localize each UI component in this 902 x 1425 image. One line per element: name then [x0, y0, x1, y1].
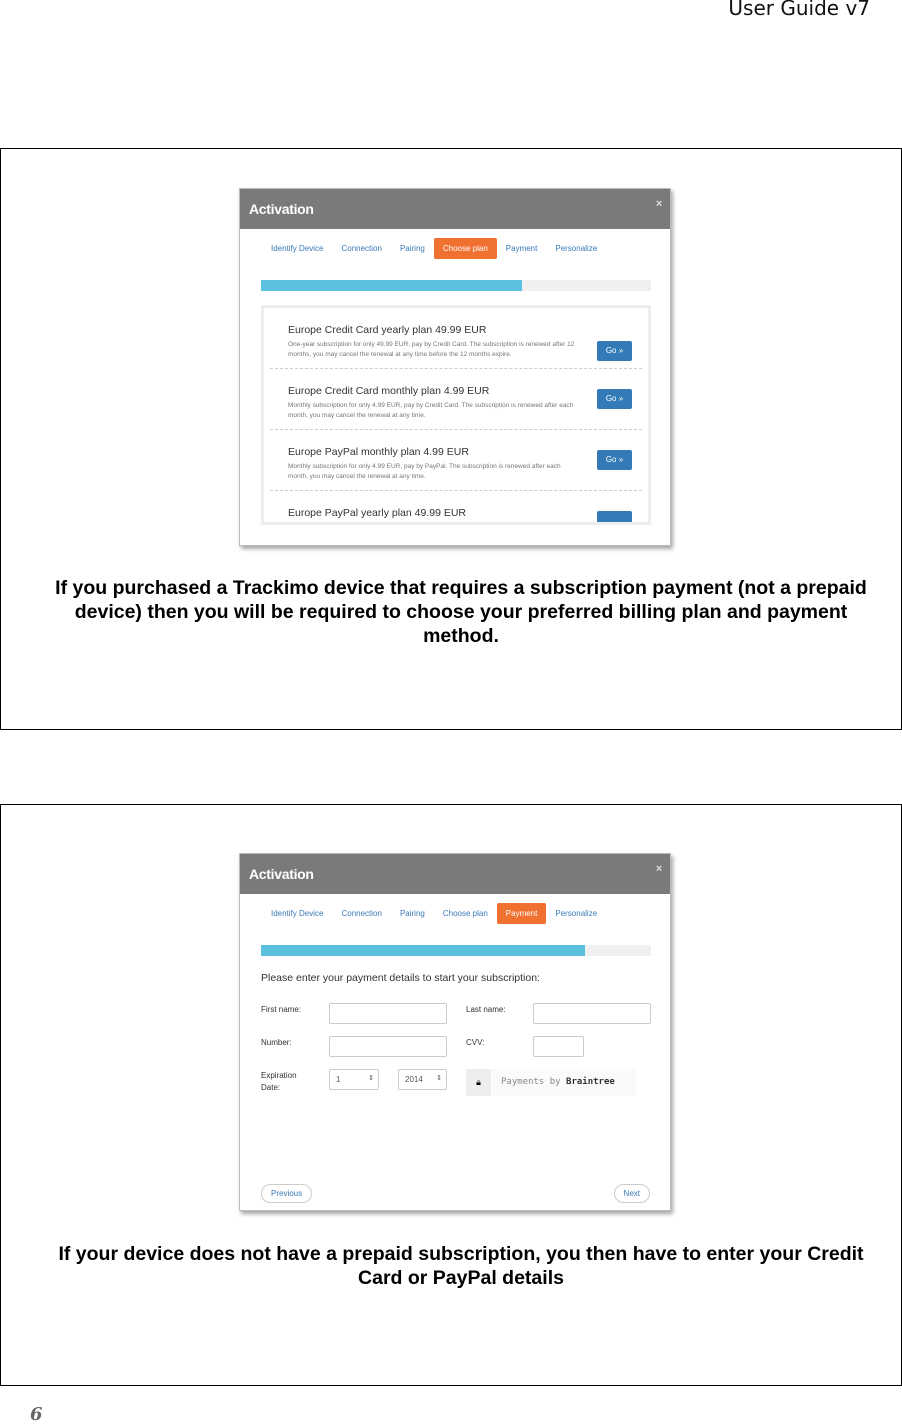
month-select[interactable]: 1 ⇕ — [329, 1069, 379, 1090]
tab-payment[interactable]: Payment — [496, 903, 547, 924]
plan-item: Europe Credit Card monthly plan 4.99 EUR… — [270, 369, 642, 430]
tab-pairing[interactable]: Pairing — [391, 903, 434, 924]
progress-fill — [261, 945, 585, 956]
wizard-tabs: Identify Device Connection Pairing Choos… — [262, 238, 606, 259]
wizard-tabs: Identify Device Connection Pairing Choos… — [262, 903, 606, 924]
plan-description: One-year subscription for only 49.99 EUR… — [288, 341, 575, 358]
braintree-brand: Braintree — [566, 1077, 615, 1087]
first-name-label: First name: — [261, 1005, 302, 1014]
select-arrows-icon: ⇕ — [436, 1075, 442, 1082]
tab-personalize[interactable]: Personalize — [546, 238, 606, 259]
year-value: 2014 — [405, 1075, 423, 1084]
go-button[interactable]: Go » — [597, 341, 632, 361]
progress-bar — [261, 280, 651, 291]
braintree-prefix: Payments by — [501, 1077, 567, 1087]
modal-header: Activation × — [240, 189, 670, 229]
card-number-input[interactable] — [329, 1036, 447, 1057]
progress-bar — [261, 945, 651, 956]
close-icon[interactable]: × — [656, 198, 662, 210]
go-button[interactable] — [597, 511, 632, 522]
previous-button[interactable]: Previous — [261, 1184, 313, 1203]
activation-modal: Activation × Identify Device Connection P… — [239, 188, 671, 546]
cvv-label: CVV: — [466, 1038, 485, 1047]
tab-pairing[interactable]: Pairing — [391, 238, 434, 259]
go-button[interactable]: Go » — [597, 389, 632, 409]
last-name-label: Last name: — [466, 1005, 506, 1014]
figure-frame-2: Activation × Identify Device Connection P… — [0, 804, 902, 1386]
first-name-input[interactable] — [329, 1003, 447, 1024]
plan-title: Europe PayPal monthly plan 4.99 EUR — [288, 446, 469, 458]
plan-description: Monthly subscription for only 4.99 EUR, … — [288, 402, 574, 419]
progress-fill — [261, 280, 523, 291]
modal-title: Activation — [249, 201, 314, 217]
cvv-input[interactable] — [533, 1036, 584, 1057]
number-label: Number: — [261, 1038, 292, 1047]
caption: If your device does not have a prepaid s… — [58, 1243, 864, 1289]
braintree-badge: 🔒︎ Payments by Braintree — [466, 1069, 636, 1096]
close-icon[interactable]: × — [656, 863, 662, 875]
modal-title: Activation — [249, 866, 314, 882]
tab-choose-plan[interactable]: Choose plan — [433, 238, 497, 259]
plan-item: Europe PayPal yearly plan 49.99 EUR — [270, 491, 642, 522]
activation-modal: Activation × Identify Device Connection P… — [239, 853, 671, 1211]
tab-connection[interactable]: Connection — [332, 238, 390, 259]
plan-item: Europe Credit Card yearly plan 49.99 EUR… — [270, 308, 642, 369]
tab-personalize[interactable]: Personalize — [546, 903, 606, 924]
month-value: 1 — [336, 1075, 341, 1084]
select-arrows-icon: ⇕ — [368, 1075, 374, 1082]
year-select[interactable]: 2014 ⇕ — [398, 1069, 447, 1090]
plan-title: Europe PayPal yearly plan 49.99 EUR — [288, 507, 467, 519]
plan-title: Europe Credit Card monthly plan 4.99 EUR — [288, 385, 490, 397]
plan-list[interactable]: Europe Credit Card yearly plan 49.99 EUR… — [261, 305, 651, 525]
lock-icon: 🔒︎ — [466, 1069, 491, 1096]
payment-intro: Please enter your payment details to sta… — [261, 972, 540, 984]
modal-header: Activation × — [240, 854, 670, 894]
go-button[interactable]: Go » — [597, 450, 632, 470]
document-header: User Guide v7 — [728, 0, 870, 20]
caption: If you purchased a Trackimo device that … — [55, 577, 867, 647]
tab-connection[interactable]: Connection — [332, 903, 390, 924]
last-name-input[interactable] — [533, 1003, 651, 1024]
tab-payment[interactable]: Payment — [497, 238, 547, 259]
tab-identify-device[interactable]: Identify Device — [262, 238, 332, 259]
plan-title: Europe Credit Card yearly plan 49.99 EUR — [288, 324, 487, 336]
plan-description: Monthly subscription for only 4.99 EUR, … — [288, 463, 561, 480]
tab-choose-plan[interactable]: Choose plan — [434, 903, 497, 924]
plan-item: Europe PayPal monthly plan 4.99 EUR Month… — [270, 430, 642, 491]
next-button[interactable]: Next — [613, 1184, 650, 1203]
page-number: 6 — [30, 1404, 43, 1425]
expiration-label: Expiration Date: — [261, 1071, 297, 1092]
tab-identify-device[interactable]: Identify Device — [262, 903, 332, 924]
figure-frame-1: Activation × Identify Device Connection P… — [0, 148, 902, 730]
